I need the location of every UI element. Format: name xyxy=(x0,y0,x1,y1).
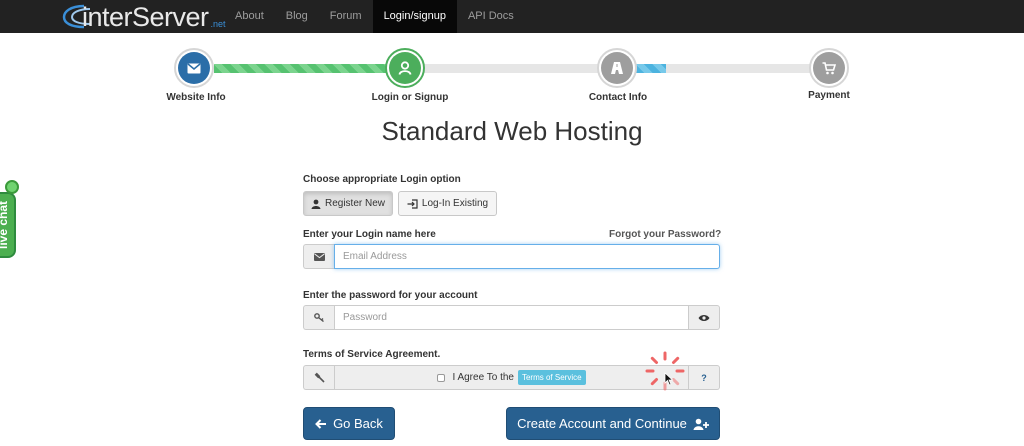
page-title: Standard Web Hosting xyxy=(381,116,643,146)
password-label: Enter the password for your account xyxy=(303,290,478,301)
gavel-icon xyxy=(303,365,334,390)
envelope-icon xyxy=(303,244,334,269)
envelope-icon xyxy=(178,52,210,84)
log-in-existing-label: Log-In Existing xyxy=(421,198,489,209)
interserver-logo[interactable]: interServer .net xyxy=(62,1,226,31)
register-new-label: Register New xyxy=(324,198,386,209)
road-icon xyxy=(601,52,633,84)
tos-agreement-box: I Agree To the Terms of Service xyxy=(334,365,689,390)
log-in-icon xyxy=(407,198,418,209)
step-contact-info[interactable] xyxy=(597,48,637,88)
user-add-icon xyxy=(693,418,709,430)
login-name-label: Enter your Login name here xyxy=(303,229,436,240)
cart-icon xyxy=(813,52,845,84)
go-back-button[interactable]: Go Back xyxy=(303,407,395,440)
go-back-label: Go Back xyxy=(333,416,383,431)
step-payment[interactable] xyxy=(809,48,849,88)
tos-agree-text: I Agree To the xyxy=(452,372,514,383)
step-label-payment: Payment xyxy=(808,90,850,101)
logo-text: interServer xyxy=(82,2,209,32)
login-option-label: Choose appropriate Login option xyxy=(303,174,461,185)
nav-blog[interactable]: Blog xyxy=(275,0,319,33)
nav-api-docs[interactable]: API Docs xyxy=(457,0,525,33)
nav-login-signup[interactable]: Login/signup xyxy=(372,0,457,33)
live-chat-status-dot xyxy=(5,180,19,194)
progress-line-1 xyxy=(214,64,392,73)
step-label-website-info: Website Info xyxy=(166,92,226,103)
progress-line-3 xyxy=(666,64,812,73)
step-label-contact-info: Contact Info xyxy=(588,92,648,103)
step-website-info[interactable] xyxy=(174,48,214,88)
main-nav: About Blog Forum Login/signup API Docs xyxy=(224,0,525,33)
forgot-password-link[interactable]: Forgot your Password? xyxy=(609,229,721,240)
loading-spinner-icon xyxy=(645,351,685,391)
create-account-label: Create Account and Continue xyxy=(517,416,687,431)
password-field[interactable] xyxy=(334,305,689,330)
email-input-group xyxy=(303,244,720,269)
key-icon xyxy=(303,305,334,330)
live-chat-tab[interactable]: live chat xyxy=(0,192,16,258)
user-icon xyxy=(389,52,421,84)
step-login-signup[interactable] xyxy=(385,48,425,88)
password-input-group xyxy=(303,305,720,330)
tos-help-button[interactable]: ? xyxy=(689,365,720,390)
nav-forum[interactable]: Forum xyxy=(319,0,373,33)
progress-line-3-fill xyxy=(636,64,666,73)
tos-checkbox[interactable] xyxy=(437,373,446,382)
mouse-cursor-icon xyxy=(664,372,674,386)
step-label-login-signup: Login or Signup xyxy=(371,92,449,103)
tos-label: Terms of Service Agreement. xyxy=(303,349,441,360)
arrow-left-icon xyxy=(315,418,327,429)
log-in-existing-button[interactable]: Log-In Existing xyxy=(398,191,497,216)
nav-about[interactable]: About xyxy=(224,0,275,33)
register-new-button[interactable]: Register New xyxy=(303,191,393,216)
email-field[interactable] xyxy=(334,244,720,269)
progress-line-2 xyxy=(424,64,602,73)
eye-icon[interactable] xyxy=(689,305,720,330)
terms-of-service-link[interactable]: Terms of Service xyxy=(517,370,586,385)
create-account-button[interactable]: Create Account and Continue xyxy=(506,407,720,440)
user-icon xyxy=(311,199,321,209)
checkout-progress: Website Info Login or Signup Contact Inf… xyxy=(0,44,1024,114)
live-chat-label: live chat xyxy=(0,200,10,250)
top-navbar: interServer .net About Blog Forum Login/… xyxy=(0,0,1024,33)
